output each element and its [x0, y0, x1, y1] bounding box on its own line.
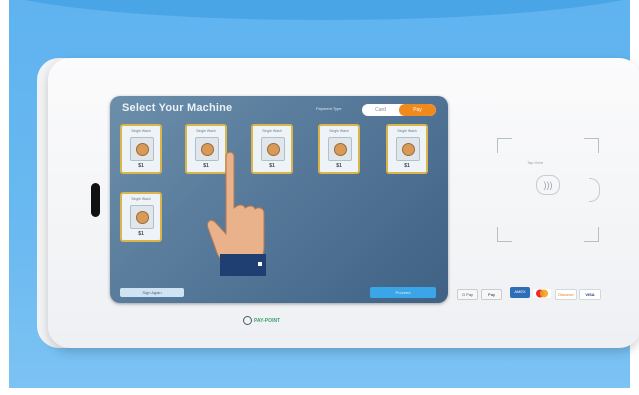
reader-corner [584, 227, 599, 242]
machine-price: $1 [138, 163, 144, 169]
machine-label: Single Wash [131, 129, 151, 133]
payment-type-toggle[interactable]: Card Pay [362, 104, 436, 116]
mastercard-badge [533, 289, 551, 298]
card-slot [91, 183, 100, 217]
discover-badge: Discover [555, 289, 577, 300]
apple-pay-badge: Pay [481, 289, 502, 300]
sign-again-button[interactable]: Sign Again [120, 288, 184, 297]
toggle-option-card[interactable]: Card [362, 104, 399, 116]
machine-card[interactable]: Single Wash $1 [318, 124, 360, 174]
reader-corner [497, 227, 512, 242]
toggle-label: Payment Type [316, 106, 342, 111]
contactless-reader[interactable]: Tap Here ))) [497, 138, 599, 242]
machine-price: $1 [404, 163, 410, 169]
machine-label: Single Wash [397, 129, 417, 133]
backdrop-arc [9, 0, 630, 20]
proceed-button[interactable]: Proceed [370, 287, 436, 298]
google-pay-badge: G Pay [457, 289, 478, 300]
machine-price: $1 [138, 231, 144, 237]
brand-name: PAY-POINT [254, 317, 281, 324]
machine-label: Single Wash [262, 129, 282, 133]
machine-label: Single Wash [196, 129, 216, 133]
washer-icon [328, 137, 352, 161]
brand-mark-icon [243, 316, 252, 325]
tap-here-text: Tap Here [527, 160, 544, 165]
visa-badge: VISA [579, 289, 601, 300]
machine-card[interactable]: Single Wash $1 [120, 124, 162, 174]
washer-icon [130, 205, 154, 229]
machine-price: $1 [336, 163, 342, 169]
contactless-icon: ))) [536, 175, 560, 195]
brand-logo: PAY-POINT [243, 316, 280, 325]
kiosk-screen: Select Your Machine Payment Type Card Pa… [110, 96, 448, 303]
machine-label: Single Wash [329, 129, 349, 133]
machine-card[interactable]: Single Wash $1 [120, 192, 162, 242]
toggle-option-pay[interactable]: Pay [399, 104, 436, 116]
washer-icon [130, 137, 154, 161]
machine-label: Single Wash [131, 197, 151, 201]
page-title: Select Your Machine [122, 102, 233, 114]
reader-corner [584, 138, 599, 153]
washer-icon [396, 137, 420, 161]
machine-card[interactable]: Single Wash $1 [386, 124, 428, 174]
pointing-hand-icon [207, 151, 266, 276]
mastercard-icon [536, 289, 548, 298]
reader-corner [497, 138, 512, 153]
amex-badge: AMEX [510, 287, 530, 298]
